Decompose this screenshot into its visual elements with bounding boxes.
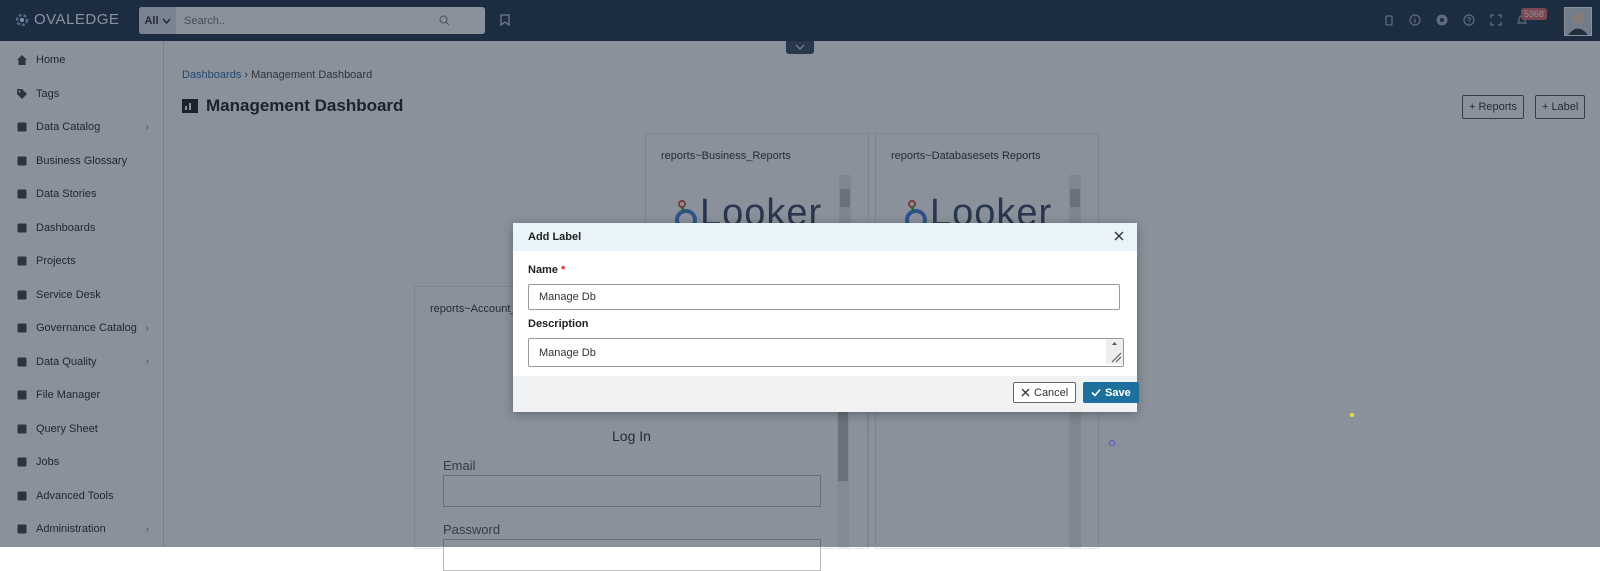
check-icon [1091,388,1101,397]
add-label-dialog: Add Label Name * Description Manage Db C… [513,223,1139,412]
name-label: Name * [528,264,565,276]
name-field[interactable] [528,284,1120,310]
resize-handle-icon [1111,342,1122,363]
description-scrollbar[interactable] [1106,339,1123,364]
close-icon [1021,388,1030,397]
description-label: Description [528,318,589,330]
dialog-footer: Cancel Save [513,376,1139,412]
dialog-title: Add Label [528,231,582,243]
cursor-marker [1109,440,1115,446]
close-icon[interactable] [1113,230,1125,242]
cursor-marker [1350,413,1354,417]
save-button[interactable]: Save [1083,382,1139,403]
cancel-button[interactable]: Cancel [1013,382,1077,403]
save-label: Save [1105,386,1131,399]
description-field[interactable]: Manage Db [528,338,1124,367]
required-marker: * [561,264,566,276]
name-label-text: Name [528,264,558,276]
description-value: Manage Db [539,347,596,359]
dialog-header: Add Label [513,223,1137,251]
cancel-label: Cancel [1034,386,1069,399]
